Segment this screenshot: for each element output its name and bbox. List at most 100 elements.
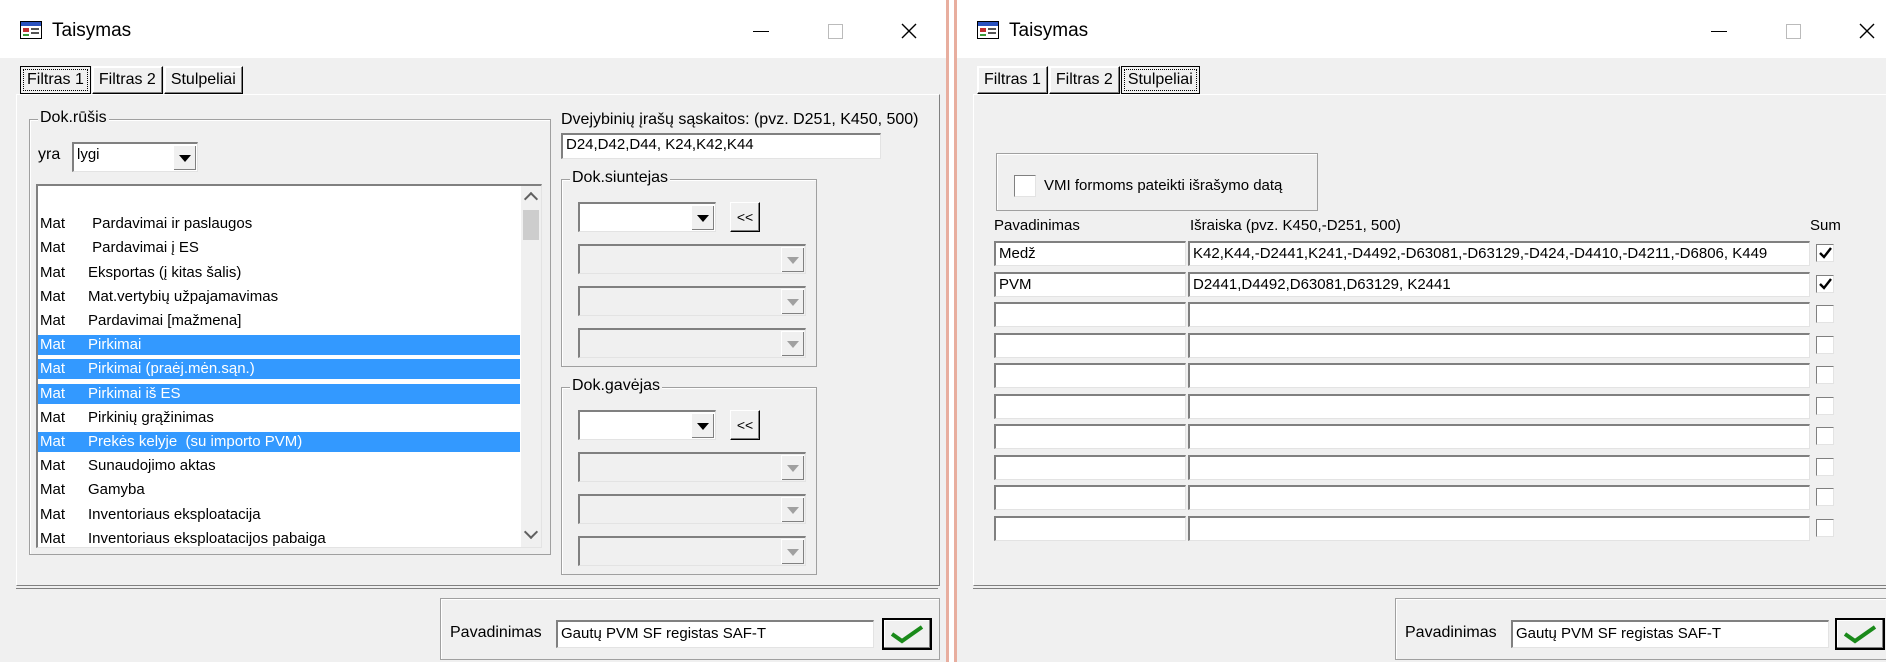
maximize-button[interactable] <box>814 14 856 48</box>
grid-cell-name[interactable] <box>994 363 1186 388</box>
grid-cell-expr[interactable] <box>1188 515 1810 541</box>
grid-sum-checkbox[interactable] <box>1816 244 1834 262</box>
list-item[interactable] <box>38 190 520 210</box>
close-button[interactable] <box>888 14 930 48</box>
list-item[interactable]: Mat Pardavimai į ES <box>38 238 520 258</box>
grid-sum-checkbox[interactable] <box>1816 518 1834 537</box>
scroll-down-icon[interactable] <box>523 524 539 540</box>
tab-filtras-2[interactable]: Filtras 2 <box>1048 66 1120 94</box>
grid-sum-checkbox[interactable] <box>1816 457 1834 476</box>
tab-filtras-1[interactable]: Filtras 1 <box>20 66 91 94</box>
gavejas-dropdown-3[interactable] <box>781 497 804 522</box>
grid-cell-expr[interactable] <box>1188 332 1810 358</box>
minimize-icon <box>753 30 769 32</box>
grid-cell-expr[interactable] <box>1188 302 1810 327</box>
gavejas-select-4[interactable] <box>578 536 806 566</box>
gavejas-add-button[interactable]: << <box>730 410 760 440</box>
dok-gavejas-title: Dok.gavėjas <box>570 377 663 395</box>
grid-cell-expr[interactable] <box>1188 393 1810 419</box>
left-window: Taisymas Filtras 1 Filtras 2 Stulpeliai … <box>0 0 949 662</box>
pavadinimas-input[interactable]: Gautų PVM SF registas SAF-T <box>556 620 874 648</box>
grid-cell-expr[interactable] <box>1188 424 1810 449</box>
list-item[interactable]: Mat Mat.vertybių užpajamavimas <box>38 287 520 307</box>
left-titlebar[interactable]: Taisymas <box>0 0 946 58</box>
grid-sum-checkbox[interactable] <box>1816 366 1834 384</box>
vmi-label: VMI formoms pateikti išrašymo datą <box>1044 177 1283 194</box>
maximize-button[interactable] <box>1772 14 1814 48</box>
grid-cell-name[interactable] <box>994 454 1186 480</box>
dok-rusis-listbox[interactable]: Mat Pardavimai ir paslaugos Mat Pardavima… <box>36 184 542 548</box>
grid-cell-name[interactable] <box>994 332 1186 358</box>
grid-sum-checkbox[interactable] <box>1816 305 1834 323</box>
list-item[interactable]: Mat Inventoriaus eksploatacijos pabaiga <box>38 529 520 547</box>
siuntejas-dropdown-2[interactable] <box>781 247 804 272</box>
grid-sum-checkbox[interactable] <box>1816 274 1834 293</box>
list-item[interactable]: Mat Inventoriaus eksploatacija <box>38 505 520 525</box>
list-item[interactable]: Mat Pirkinių grąžinimas <box>38 408 520 428</box>
tab-filtras-2[interactable]: Filtras 2 <box>91 66 163 94</box>
grid-cell-name[interactable] <box>994 393 1186 419</box>
tab-filtras-1[interactable]: Filtras 1 <box>977 66 1048 94</box>
siuntejas-select-1[interactable] <box>578 202 716 232</box>
siuntejas-add-button[interactable]: << <box>730 202 760 232</box>
list-item-type: Mat <box>40 215 66 233</box>
list-item[interactable]: Mat Gamyba <box>38 480 520 500</box>
gavejas-dropdown-4[interactable] <box>781 539 804 564</box>
siuntejas-dropdown-3[interactable] <box>781 289 804 314</box>
close-button[interactable] <box>1846 14 1886 48</box>
siuntejas-dropdown-1[interactable] <box>691 205 714 230</box>
col-header-sum: Sum <box>1810 217 1841 234</box>
gavejas-select-3[interactable] <box>578 494 806 524</box>
listbox-scrollbar[interactable] <box>521 186 541 547</box>
grid-cell-expr[interactable] <box>1188 363 1810 388</box>
pavadinimas-input[interactable]: Gautų PVM SF registas SAF-T <box>1511 620 1829 648</box>
scroll-up-icon[interactable] <box>523 191 539 207</box>
grid-cell-name[interactable] <box>994 515 1186 541</box>
vmi-checkbox[interactable] <box>1014 175 1036 197</box>
grid-cell-expr[interactable] <box>1188 454 1810 480</box>
grid-cell-name[interactable] <box>994 302 1186 327</box>
grid-cell-name[interactable] <box>994 485 1186 510</box>
gavejas-dropdown-1[interactable] <box>691 413 714 438</box>
list-item[interactable]: Mat Eksportas (į kitas šalis) <box>38 263 520 283</box>
right-tabs: Filtras 1 Filtras 2 Stulpeliai <box>977 66 1201 94</box>
grid-sum-checkbox[interactable] <box>1816 427 1834 445</box>
right-tab-panel: VMI formoms pateikti išrašymo datą Pavad… <box>973 94 1886 586</box>
tab-stulpeliai[interactable]: Stulpeliai <box>1120 66 1200 94</box>
list-item[interactable]: Mat Pardavimai ir paslaugos <box>38 214 520 234</box>
list-item-type: Mat <box>40 263 66 281</box>
gavejas-dropdown-2[interactable] <box>781 455 804 480</box>
gavejas-select-1[interactable] <box>578 410 716 440</box>
grid-sum-checkbox[interactable] <box>1816 396 1834 415</box>
list-item[interactable]: Mat Prekės kelyje (su importo PVM) <box>38 432 520 452</box>
tab-stulpeliai[interactable]: Stulpeliai <box>163 66 243 94</box>
list-item[interactable]: Mat Pirkimai <box>38 335 520 356</box>
list-item[interactable]: Mat Pirkimai (praėj.mėn.sąn.) <box>38 359 520 380</box>
minimize-button[interactable] <box>1698 14 1740 48</box>
ok-button[interactable] <box>882 618 932 650</box>
grid-cell-expr[interactable]: D2441,D4492,D63081,D63129, K2441 <box>1188 271 1810 297</box>
right-titlebar[interactable]: Taisymas <box>957 0 1886 58</box>
list-item[interactable]: Mat Pirkimai iš ES <box>38 383 520 404</box>
siuntejas-select-2[interactable] <box>578 244 806 274</box>
ok-button[interactable] <box>1835 618 1885 650</box>
scroll-thumb[interactable] <box>523 210 539 240</box>
close-icon <box>1859 23 1875 39</box>
list-item[interactable]: Mat Pardavimai [mažmena] <box>38 311 520 331</box>
grid-cell-name[interactable]: PVM <box>994 271 1186 297</box>
grid-cell-name[interactable] <box>994 424 1186 449</box>
siuntejas-select-4[interactable] <box>578 328 806 358</box>
grid-cell-expr[interactable]: K42,K44,-D2441,K241,-D4492,-D63081,-D631… <box>1188 241 1810 266</box>
grid-sum-checkbox[interactable] <box>1816 335 1834 354</box>
yra-dropdown-button[interactable] <box>173 145 196 170</box>
minimize-button[interactable] <box>740 14 782 48</box>
gavejas-select-2[interactable] <box>578 452 806 482</box>
siuntejas-dropdown-4[interactable] <box>781 331 804 356</box>
grid-cell-expr[interactable] <box>1188 485 1810 510</box>
grid-sum-checkbox[interactable] <box>1816 488 1834 506</box>
grid-cell-name[interactable]: Medž <box>994 241 1186 266</box>
siuntejas-select-3[interactable] <box>578 286 806 316</box>
list-item[interactable]: Mat Sunaudojimo aktas <box>38 456 520 476</box>
accounts-input[interactable]: D24,D42,D44, K24,K42,K44 <box>561 133 881 159</box>
yra-select[interactable]: lygi <box>72 142 198 172</box>
